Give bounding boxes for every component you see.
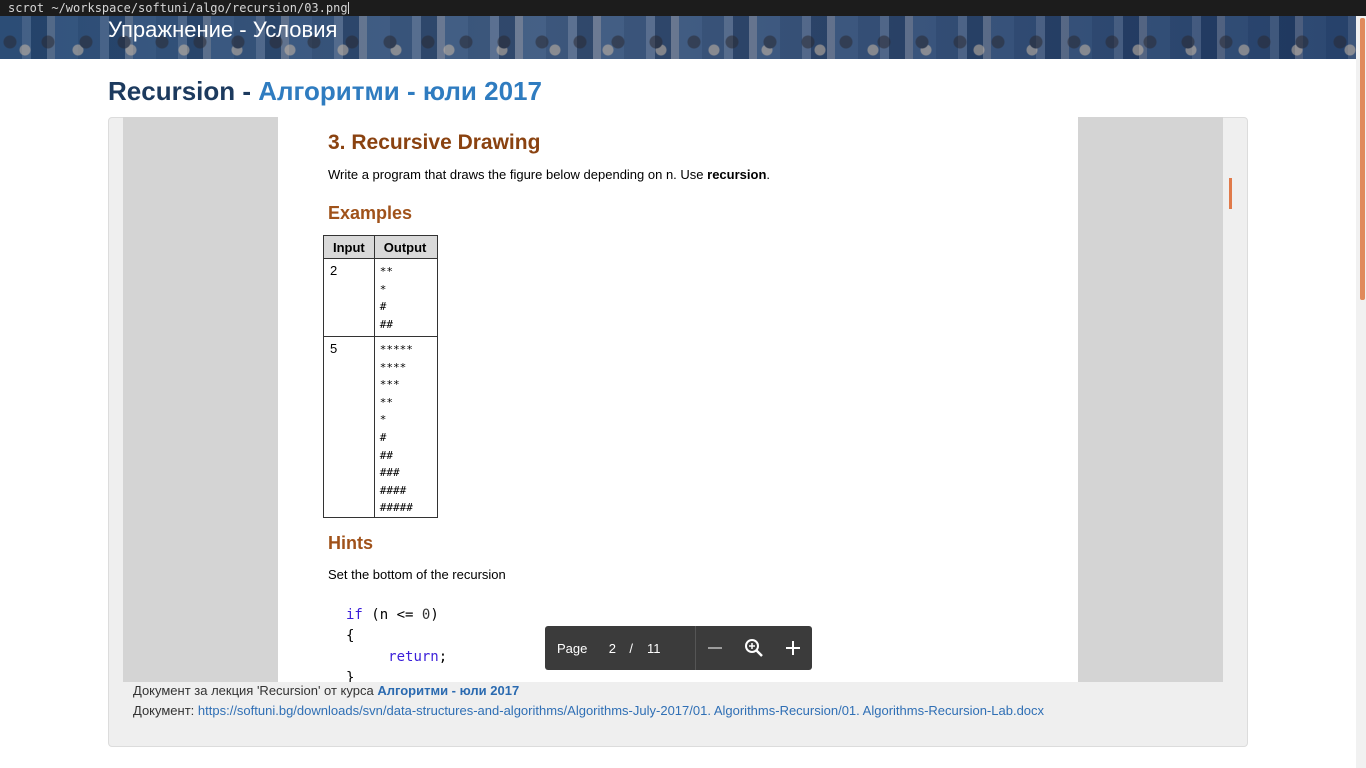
doc-title: 3. Recursive Drawing (328, 131, 541, 154)
code-line: } (346, 670, 355, 682)
output-cell: ** * # ## (373, 258, 438, 337)
page-indicator: Page 2 / 11 (545, 641, 683, 656)
output-line: ** (379, 265, 394, 278)
document-download-link[interactable]: https://softuni.bg/downloads/svn/data-st… (198, 703, 1044, 718)
code-text: ) (430, 607, 439, 623)
caption-text: Документ за лекция 'Recursion' от курса (133, 683, 378, 698)
zoom-in-button[interactable] (773, 626, 812, 670)
pdf-page: 3. Recursive Drawing Write a program tha… (278, 117, 1078, 682)
page-separator: / (629, 640, 633, 656)
code-text: ; (438, 649, 448, 665)
output-line: ### (379, 466, 400, 480)
code-text: (n <= (362, 607, 422, 623)
code-snippet: if (n <= 0) { return; } (346, 605, 447, 682)
current-page-input[interactable]: 2 (603, 641, 621, 656)
plus-icon (785, 641, 800, 655)
output-line: # (379, 300, 387, 314)
pdf-viewer[interactable]: 3. Recursive Drawing Write a program tha… (123, 117, 1223, 682)
doc-intro-text: Write a program that draws the figure be… (328, 167, 708, 182)
document-caption-lecture: Документ за лекция 'Recursion' от курса … (133, 683, 519, 698)
output-line: ***** (379, 343, 413, 356)
pdf-toolbar: Page 2 / 11 (545, 626, 812, 670)
zoom-fit-button[interactable] (735, 626, 774, 670)
lecture-name: Recursion (108, 76, 236, 106)
code-keyword: if (346, 607, 363, 623)
examples-table: Input Output 2 ** * # ## 5 ***** **** **… (323, 235, 438, 518)
zoom-icon (744, 639, 763, 657)
table-row: 2 ** * # ## (323, 258, 438, 337)
code-line: if (n <= 0) (346, 605, 447, 626)
header-banner: Упражнение - Условия (0, 16, 1356, 59)
text-cursor (347, 2, 349, 14)
output-line: * (379, 282, 387, 296)
doc-intro-end: . (766, 167, 771, 182)
column-header-output: Output (373, 235, 438, 259)
code-line: { (346, 628, 355, 644)
output-line: ** (379, 395, 394, 409)
hint-text: Set the bottom of the recursion (328, 567, 506, 582)
caption-course-link[interactable]: Алгоритми - юли 2017 (377, 683, 519, 698)
output-cell: ***** **** *** ** * # ## ### #### ##### (373, 336, 438, 518)
output-line: **** (379, 360, 407, 374)
code-keyword: return (388, 649, 439, 665)
doc-intro-bold: recursion (707, 167, 767, 182)
banner-title: Упражнение - Условия (108, 17, 338, 42)
terminal-command: scrot ~/workspace/softuni/algo/recursion… (8, 1, 348, 15)
terminal-command-bar: scrot ~/workspace/softuni/algo/recursion… (0, 0, 1366, 16)
column-header-input: Input (323, 235, 375, 259)
code-line: return; (346, 647, 447, 668)
table-row: 5 ***** **** *** ** * # ## ### #### ####… (323, 336, 438, 518)
document-caption-source: Документ: https://softuni.bg/downloads/s… (133, 703, 1044, 718)
page-title: Recursion - Алгоритми - юли 2017 (108, 74, 542, 108)
title-separator: - (235, 76, 259, 106)
course-link[interactable]: Алгоритми - юли 2017 (258, 76, 542, 106)
zoom-out-button[interactable] (696, 626, 735, 670)
output-line: # (379, 430, 387, 444)
output-line: ## (379, 317, 394, 331)
output-line: ## (379, 448, 394, 462)
output-line: ##### (379, 501, 413, 515)
page-label: Page (557, 640, 588, 656)
output-line: * (379, 413, 387, 427)
viewer-scroll-indicator[interactable] (1229, 178, 1232, 209)
minus-icon (708, 647, 723, 649)
total-pages: 11 (647, 640, 661, 656)
page-scrollbar-thumb[interactable] (1360, 18, 1365, 300)
input-cell: 5 (323, 336, 375, 518)
examples-heading: Examples (328, 203, 413, 223)
caption-label: Документ: (133, 703, 198, 718)
output-line: *** (379, 378, 400, 392)
doc-intro: Write a program that draws the figure be… (328, 167, 770, 182)
hints-heading: Hints (328, 533, 373, 553)
table-header-row: Input Output (323, 235, 438, 259)
input-cell: 2 (323, 258, 375, 337)
output-line: #### (379, 483, 407, 497)
